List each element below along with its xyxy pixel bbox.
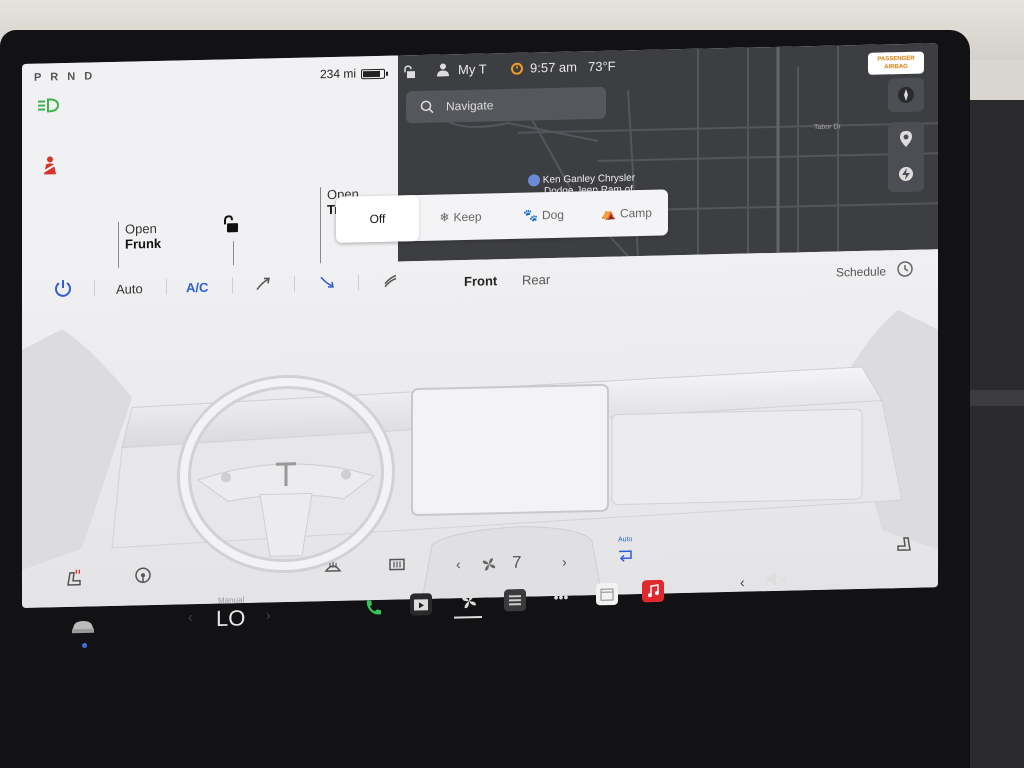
schedule-button[interactable]: Schedule — [836, 264, 886, 279]
battery-icon — [361, 68, 385, 80]
calendar-icon[interactable] — [596, 582, 618, 606]
music-icon[interactable] — [642, 579, 664, 603]
fan-app-active-indicator — [454, 615, 482, 619]
media-icon[interactable] — [504, 588, 526, 612]
airflow-defrost-icon[interactable] — [382, 271, 400, 292]
power-icon[interactable] — [54, 279, 72, 300]
rear-defrost-icon[interactable] — [388, 557, 406, 578]
frunk-label-line1: Open — [125, 220, 157, 237]
tent-icon: ⛺ — [601, 206, 616, 221]
ac-button[interactable]: A/C — [186, 280, 208, 296]
alarm-clock-icon — [510, 61, 524, 78]
tab-rear[interactable]: Rear — [522, 272, 550, 288]
clock-time: 9:57 am — [530, 59, 577, 76]
more-icon[interactable]: ••• — [550, 586, 572, 608]
keep-fan-icon: ❄ — [439, 210, 450, 225]
outside-temperature: 73°F — [588, 58, 616, 75]
airflow-feet-icon[interactable] — [318, 273, 336, 294]
passenger-airbag-indicator: PASSENGER AIRBAG — [868, 51, 924, 75]
street-label: Tabor Dr — [814, 123, 841, 132]
range-readout: 234 mi — [320, 66, 357, 82]
paw-icon: 🐾 — [523, 208, 538, 223]
map-controls — [888, 121, 924, 193]
front-defrost-icon[interactable] — [324, 559, 342, 580]
fan-decrease-chevron[interactable]: ‹ — [456, 556, 461, 572]
tab-front[interactable]: Front — [464, 273, 497, 289]
fan-app-icon[interactable] — [458, 590, 480, 612]
headlights-icon — [36, 97, 60, 119]
seatbelt-warning-icon — [40, 155, 60, 180]
climate-panel: Auto A/C Front Rear Schedule ‹ 7 › Auto — [22, 249, 938, 608]
frunk-label-line2: Frunk — [125, 235, 162, 252]
fan-icon — [480, 555, 498, 578]
mode-dog-button[interactable]: 🐾 Dog — [502, 191, 585, 239]
recirculate-auto-label: Auto — [618, 536, 633, 544]
airflow-face-icon[interactable] — [254, 274, 272, 295]
profile-name[interactable]: My T — [458, 61, 487, 77]
gear-selector[interactable]: P R N D — [34, 70, 95, 83]
steering-wheel-heater-icon[interactable] — [134, 565, 152, 588]
navigate-search-field[interactable]: Navigate — [406, 86, 606, 124]
volume-muted-icon[interactable] — [766, 571, 788, 592]
touchscreen: P R N D 234 mi Open Frunk Open Tr My T 9… — [22, 43, 938, 608]
unlocked-icon[interactable] — [222, 215, 240, 238]
recirculate-icon[interactable] — [616, 548, 634, 567]
compass-button[interactable] — [888, 77, 924, 113]
temp-mode-label: Manual — [218, 595, 245, 605]
climate-mode-selector: Off ❄ Keep 🐾 Dog ⛺ Camp — [336, 189, 668, 243]
location-pin-icon[interactable] — [899, 130, 913, 148]
volume-decrease-chevron[interactable]: ‹ — [740, 574, 745, 590]
fan-increase-chevron[interactable]: › — [562, 554, 567, 570]
poi-marker-icon — [528, 174, 540, 187]
open-frunk-button[interactable]: Open Frunk — [118, 220, 234, 270]
clock-icon[interactable] — [896, 260, 914, 281]
profile-icon[interactable] — [436, 62, 450, 79]
compass-icon — [898, 86, 914, 103]
passenger-seat-heater-icon[interactable] — [894, 532, 914, 557]
car-icon[interactable] — [70, 619, 96, 641]
search-icon — [420, 100, 434, 114]
theater-icon[interactable] — [410, 593, 432, 616]
auto-button[interactable]: Auto — [116, 281, 143, 297]
temp-decrease-chevron[interactable]: ‹ — [188, 609, 193, 625]
car-active-dot — [82, 642, 87, 649]
mode-off-button[interactable]: Off — [336, 194, 419, 243]
temp-increase-chevron[interactable]: › — [266, 607, 271, 623]
mode-keep-button[interactable]: ❄ Keep — [419, 193, 502, 241]
charging-icon[interactable] — [898, 166, 914, 182]
mode-camp-button[interactable]: ⛺ Camp — [585, 189, 668, 237]
temperature-setting[interactable]: LO — [216, 605, 245, 632]
driver-seat-heater-icon[interactable] — [64, 567, 84, 592]
phone-icon[interactable] — [362, 596, 384, 618]
navigate-placeholder: Navigate — [446, 98, 494, 114]
fan-speed-value: 7 — [512, 552, 522, 572]
unlocked-status-icon — [404, 65, 416, 81]
